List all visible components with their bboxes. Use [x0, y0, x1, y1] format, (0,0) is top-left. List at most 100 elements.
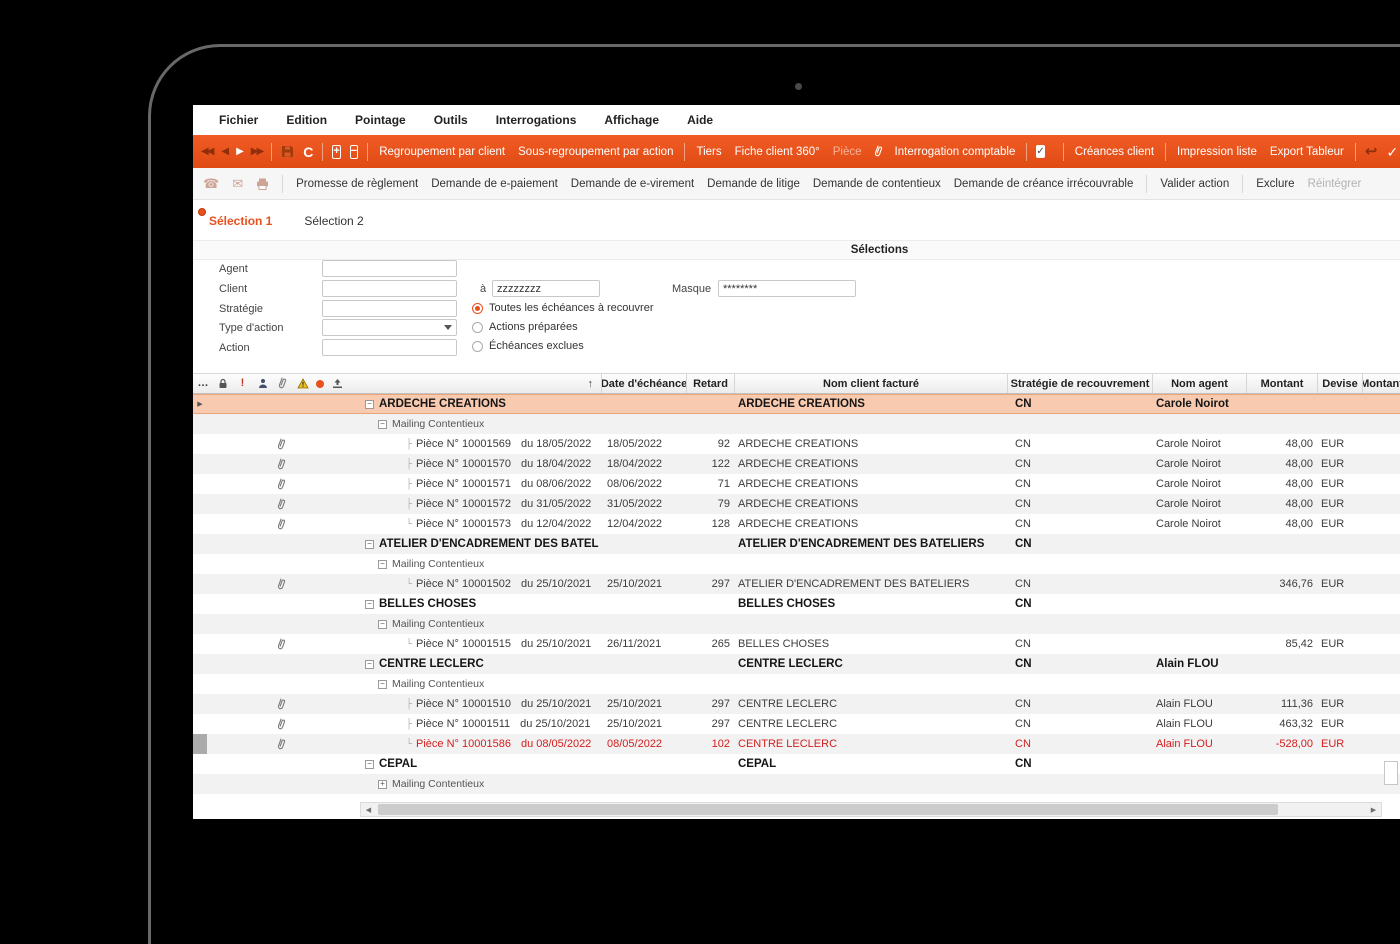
tree-cell[interactable]: └ Pièce N° 10001515 du 25/10/2021 — [360, 638, 601, 650]
horizontal-scrollbar[interactable]: ◀ ▶ — [360, 802, 1382, 817]
column-header-agent[interactable]: Nom agent — [1152, 374, 1246, 393]
client-to-input[interactable] — [492, 280, 600, 297]
demande-litige-button[interactable]: Demande de litige — [707, 178, 800, 190]
table-row[interactable]: ├ Pièce N° 10001570 du 18/04/2022 18/04/202… — [193, 454, 1400, 474]
radio-toutes-echeances[interactable]: Toutes les échéances à recouvrer — [472, 302, 653, 314]
exclure-button[interactable]: Exclure — [1256, 178, 1294, 190]
menu-item-edition[interactable]: Edition — [286, 113, 327, 127]
regroup-client-button[interactable]: Regroupement par client — [377, 144, 507, 160]
tree-expander-icon[interactable]: − — [365, 599, 374, 609]
tree-expander-icon[interactable]: − — [378, 619, 387, 629]
tree-cell[interactable]: − CEPAL — [360, 758, 601, 770]
table-row[interactable]: − Mailing Contentieux — [193, 414, 1400, 434]
sort-ascending-icon[interactable]: ↑ — [588, 378, 594, 390]
last-record-icon[interactable]: ▶▶ — [251, 146, 264, 157]
table-row[interactable]: − Mailing Contentieux — [193, 614, 1400, 634]
tree-cell[interactable]: − Mailing Contentieux — [360, 418, 601, 430]
refresh-icon[interactable]: C — [303, 144, 313, 160]
reintegrer-button[interactable]: Réintégrer — [1308, 178, 1362, 190]
save-icon[interactable] — [281, 145, 294, 158]
agent-input[interactable] — [322, 260, 457, 277]
tree-cell[interactable]: ├ Pièce N° 10001510 du 25/10/2021 — [360, 698, 601, 710]
tree-cell[interactable]: − ARDECHE CREATIONS — [360, 398, 601, 410]
tree-cell[interactable]: ├ Pièce N° 10001569 du 18/05/2022 — [360, 438, 601, 450]
mail-icon[interactable]: ✉ — [232, 177, 243, 190]
scroll-left-icon[interactable]: ◀ — [361, 803, 376, 816]
printer-icon[interactable] — [256, 178, 269, 190]
table-row[interactable]: ├ Pièce N° 10001510 du 25/10/2021 25/10/202… — [193, 694, 1400, 714]
demande-epaiement-button[interactable]: Demande de e-paiement — [431, 178, 558, 190]
table-row[interactable]: − CENTRE LECLERC CENTRE LECLERC CN Alain FLO… — [193, 654, 1400, 674]
warning-icon[interactable] — [296, 377, 309, 391]
table-row[interactable]: ├ Pièce N° 10001569 du 18/05/2022 18/05/202… — [193, 434, 1400, 454]
expand-all-button[interactable]: + — [332, 144, 341, 159]
demande-creance-irrecouvrable-button[interactable]: Demande de créance irrécouvrable — [954, 178, 1134, 190]
paperclip-icon[interactable] — [276, 377, 289, 391]
promesse-reglement-button[interactable]: Promesse de règlement — [296, 178, 418, 190]
column-header-retard[interactable]: Retard — [686, 374, 734, 393]
tiers-button[interactable]: Tiers — [694, 144, 723, 160]
table-row[interactable]: ├ Pièce N° 10001572 du 31/05/2022 31/05/202… — [193, 494, 1400, 514]
tree-cell[interactable]: ├ Pièce N° 10001572 du 31/05/2022 — [360, 498, 601, 510]
scroll-right-icon[interactable]: ▶ — [1366, 803, 1381, 816]
upload-icon[interactable] — [331, 377, 344, 391]
masque-input[interactable] — [718, 280, 856, 297]
collapse-all-button[interactable]: − — [349, 144, 359, 159]
tree-cell[interactable]: − Mailing Contentieux — [360, 618, 601, 630]
table-row[interactable]: − ATELIER D'ENCADREMENT DES BATEL ATELIER … — [193, 534, 1400, 554]
radio-echeances-exclues[interactable]: Échéances exclues — [472, 340, 584, 352]
tree-expander-icon[interactable]: − — [378, 419, 387, 429]
red-dot-icon[interactable] — [316, 379, 324, 388]
column-header-client[interactable]: Nom client facturé — [734, 374, 1007, 393]
table-row[interactable]: + Mailing Contentieux — [193, 774, 1400, 794]
exclamation-icon[interactable]: ! — [236, 377, 249, 391]
creances-client-button[interactable]: Créances client — [1073, 144, 1156, 160]
export-tableur-button[interactable]: Export Tableur — [1268, 144, 1346, 160]
menu-item-affichage[interactable]: Affichage — [604, 113, 659, 127]
column-header-montant2[interactable]: Montant — [1362, 374, 1400, 393]
column-header-strategie[interactable]: Stratégie de recouvrement — [1007, 374, 1152, 393]
tree-expander-icon[interactable]: − — [365, 759, 374, 769]
column-header-devise[interactable]: Devise — [1317, 374, 1362, 393]
action-input[interactable] — [322, 339, 457, 356]
tree-cell[interactable]: └ Pièce N° 10001573 du 12/04/2022 — [360, 518, 601, 530]
table-row[interactable]: └ Pièce N° 10001586 du 08/05/2022 08/05/202… — [193, 734, 1400, 754]
vertical-scrollbar-fragment[interactable] — [1384, 761, 1398, 785]
tree-expander-icon[interactable]: − — [365, 539, 374, 549]
lock-icon[interactable] — [216, 377, 229, 391]
table-row[interactable]: └ Pièce N° 10001515 du 25/10/2021 26/11/202… — [193, 634, 1400, 654]
table-row[interactable]: └ Pièce N° 10001573 du 12/04/2022 12/04/202… — [193, 514, 1400, 534]
table-row[interactable]: ▶ − ARDECHE CREATIONS ARDECHE CREATIONS CN Ca… — [193, 394, 1400, 414]
valider-action-button[interactable]: Valider action — [1160, 178, 1229, 190]
menu-item-outils[interactable]: Outils — [434, 113, 468, 127]
impression-liste-button[interactable]: Impression liste — [1175, 144, 1259, 160]
fiche-client-360-button[interactable]: Fiche client 360° — [733, 144, 822, 160]
regroup-action-button[interactable]: Sous-regroupement par action — [516, 144, 675, 160]
strategie-input[interactable] — [322, 300, 457, 317]
tree-cell[interactable]: ├ Pièce N° 10001570 du 18/04/2022 — [360, 458, 601, 470]
tree-cell[interactable]: └ Pièce N° 10001586 du 08/05/2022 — [360, 738, 601, 750]
more-options-icon[interactable]: … — [196, 377, 209, 391]
paperclip-icon[interactable] — [873, 145, 884, 158]
next-record-icon[interactable]: ▶ — [236, 146, 244, 157]
client-from-input[interactable] — [322, 280, 457, 297]
tree-expander-icon[interactable]: + — [378, 779, 387, 789]
piece-button[interactable]: Pièce — [831, 144, 864, 160]
menu-item-pointage[interactable]: Pointage — [355, 113, 406, 127]
phone-icon[interactable]: ☎ — [203, 177, 219, 190]
table-row[interactable]: − BELLES CHOSES BELLES CHOSES CN — [193, 594, 1400, 614]
tree-cell[interactable]: ├ Pièce N° 10001511 du 25/10/2021 — [360, 718, 601, 730]
menu-item-aide[interactable]: Aide — [687, 113, 713, 127]
previous-record-icon[interactable]: ◀ — [221, 146, 229, 157]
menu-item-interrogations[interactable]: Interrogations — [496, 113, 577, 127]
tree-cell[interactable]: + Mailing Contentieux — [360, 778, 601, 790]
eraser-icon[interactable] — [1052, 147, 1056, 156]
table-row[interactable]: └ Pièce N° 10001502 du 25/10/2021 25/10/202… — [193, 574, 1400, 594]
person-icon[interactable] — [256, 377, 269, 391]
checkbox-icon[interactable]: ✓ — [1036, 145, 1045, 158]
tree-cell[interactable]: − BELLES CHOSES — [360, 598, 601, 610]
scrollbar-thumb[interactable] — [378, 804, 1278, 815]
confirm-check-icon[interactable]: ✓ — [1386, 145, 1398, 159]
undo-icon[interactable]: ↩ — [1365, 144, 1378, 159]
tree-column-header[interactable]: ↑ — [360, 374, 601, 393]
